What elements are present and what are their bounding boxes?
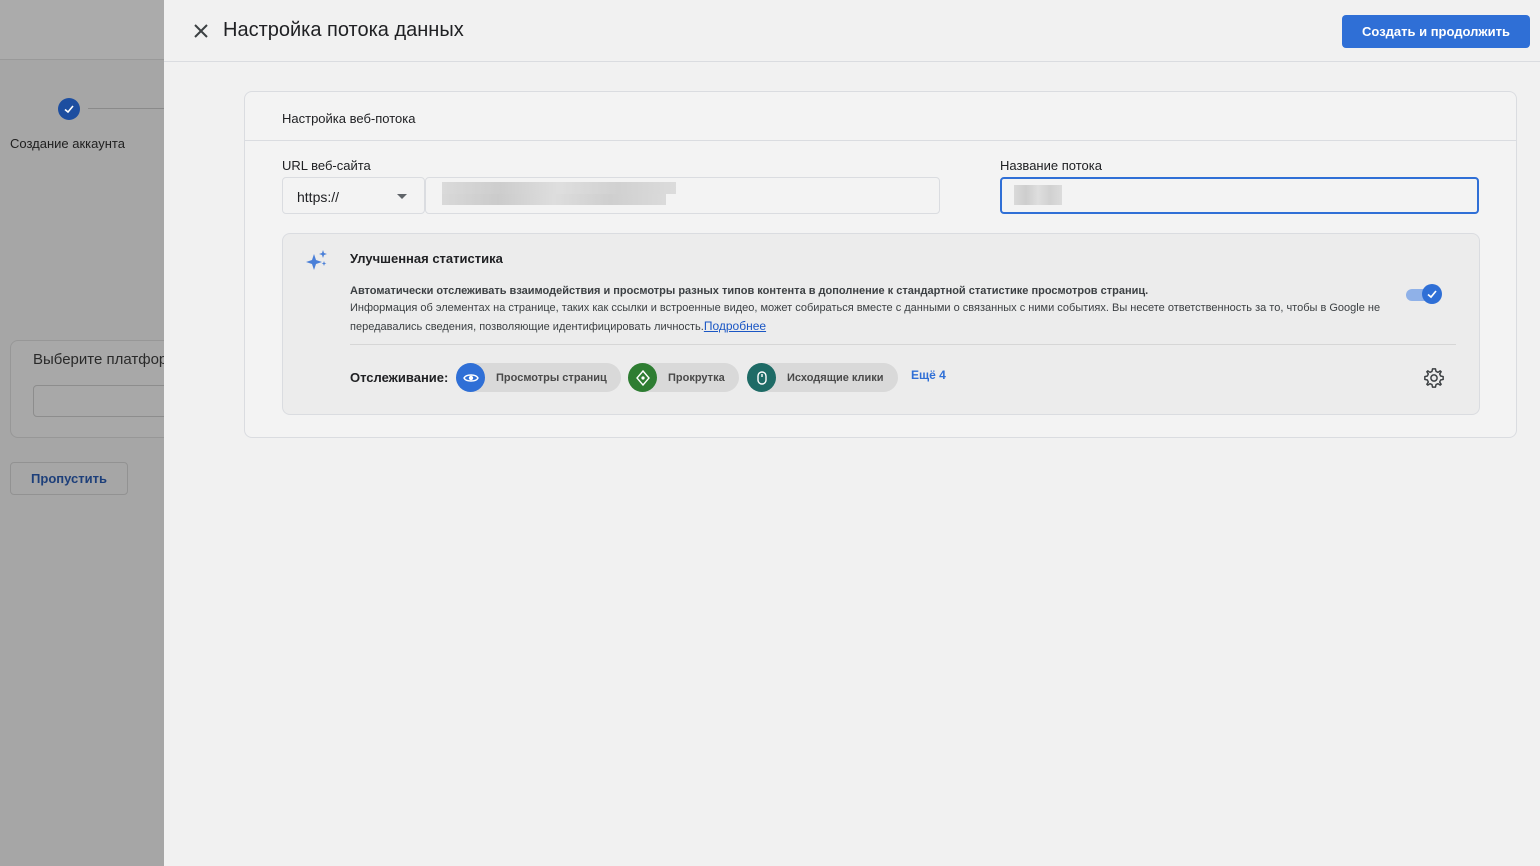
scroll-icon (628, 363, 657, 392)
background-topbar (0, 0, 164, 60)
enhanced-description-main: Автоматически отслеживать взаимодействия… (350, 285, 1149, 297)
tracking-label: Отслеживание: (350, 370, 449, 385)
more-events-link[interactable]: Ещё 4 (911, 368, 946, 382)
enhanced-description: Информация об элементах на странице, так… (350, 299, 1400, 336)
card-header: Настройка веб-потока (245, 92, 1516, 141)
enhanced-measurement-section: Улучшенная статистика Автоматически отсл… (282, 233, 1480, 415)
page-title: Настройка потока данных (223, 19, 464, 41)
check-icon (1427, 290, 1437, 299)
chip-page-views[interactable]: Просмотры страниц (456, 363, 621, 392)
background-page: Создание аккаунта Выберите платфор Пропу… (0, 0, 164, 866)
step-label: Создание аккаунта (10, 136, 125, 151)
website-url-input[interactable] (425, 177, 940, 214)
platform-card: Выберите платфор (10, 340, 164, 438)
enhanced-measurement-toggle[interactable] (1406, 284, 1442, 304)
mouse-icon (747, 363, 776, 392)
close-icon (194, 24, 208, 38)
enhanced-title: Улучшенная статистика (350, 251, 503, 266)
protocol-value: https:// (297, 189, 340, 205)
step-complete-icon (58, 98, 80, 120)
skip-button: Пропустить (10, 462, 128, 495)
platform-input (33, 385, 164, 417)
stream-name-label: Название потока (1000, 158, 1102, 173)
sparkle-icon (306, 250, 327, 270)
web-stream-card: Настройка веб-потока URL веб-сайта https… (244, 91, 1517, 438)
redacted-stream-name (1014, 185, 1062, 205)
enhanced-description-text: Информация об элементах на странице, так… (350, 302, 1381, 333)
caret-down-icon (397, 194, 407, 199)
card-title: Настройка веб-потока (282, 111, 416, 126)
settings-button[interactable] (1423, 367, 1445, 389)
create-and-continue-button[interactable]: Создать и продолжить (1342, 15, 1530, 48)
chip-label: Прокрутка (668, 371, 725, 384)
platform-card-title: Выберите платфор (33, 351, 164, 368)
step-connector (88, 108, 164, 109)
stream-name-input[interactable] (1000, 177, 1479, 214)
divider (350, 344, 1456, 345)
chip-scroll[interactable]: Прокрутка (628, 363, 739, 392)
eye-icon (456, 363, 485, 392)
redacted-url (442, 182, 676, 194)
panel-header: Настройка потока данных Создать и продол… (164, 0, 1540, 62)
close-button[interactable] (188, 18, 214, 44)
learn-more-link[interactable]: Подробнее (704, 319, 766, 333)
chip-label: Исходящие клики (787, 371, 884, 384)
protocol-select[interactable]: https:// (282, 177, 425, 214)
redacted-url (442, 194, 666, 205)
toggle-knob (1422, 284, 1442, 304)
chip-outbound-clicks[interactable]: Исходящие клики (747, 363, 898, 392)
gear-icon (1424, 368, 1444, 388)
stream-setup-panel: Настройка потока данных Создать и продол… (164, 0, 1540, 866)
chip-label: Просмотры страниц (496, 371, 607, 384)
url-label: URL веб-сайта (282, 158, 371, 173)
